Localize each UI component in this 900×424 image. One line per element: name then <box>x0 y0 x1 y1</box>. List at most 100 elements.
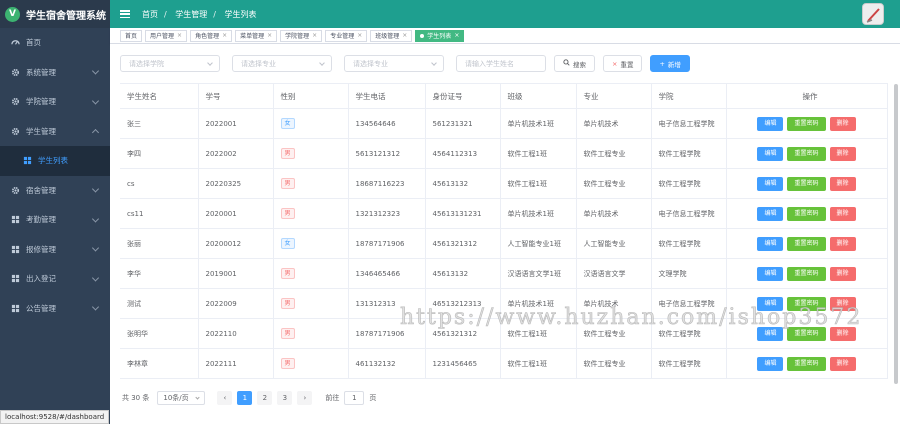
table-cell-name: 张三 <box>120 108 199 139</box>
table-cell-actions: 编辑 重置密码 删除 <box>726 348 888 379</box>
chevron-down-icon <box>91 67 100 75</box>
chevron-down-icon <box>91 215 100 223</box>
close-icon[interactable]: × <box>267 32 272 39</box>
page-button-3[interactable]: 3 <box>277 391 293 405</box>
student-name-input[interactable]: 请输入学生姓名 <box>456 55 546 72</box>
close-icon[interactable]: × <box>357 32 362 39</box>
class-select[interactable]: 请选择专业 <box>344 55 444 72</box>
table-cell-college: 软件工程学院 <box>651 138 727 169</box>
sidebar-item-dorm[interactable]: 宿舍管理 <box>0 176 110 206</box>
sidebar-item-label: 学生列表 <box>38 156 68 166</box>
breadcrumb-item[interactable]: 首页 <box>142 10 158 19</box>
logo[interactable]: V 学生宿舍管理系统 <box>0 0 110 28</box>
sidebar-item-college[interactable]: 学院管理 <box>0 87 110 117</box>
tag-home[interactable]: 首页 <box>120 29 143 42</box>
tag-user[interactable]: 用户管理 × <box>145 29 188 42</box>
column-header[interactable]: 学生姓名 <box>120 83 199 109</box>
reset-button[interactable]: × 重置 <box>603 55 643 72</box>
table-cell-id: 1231456465 <box>425 348 501 379</box>
sidebar-item-student[interactable]: 学生管理 <box>0 117 110 147</box>
delete-button[interactable]: 删除 <box>829 176 856 191</box>
table-cell-name: 李林章 <box>120 348 199 379</box>
sidebar-item-label: 学生管理 <box>26 126 56 136</box>
reset-password-button[interactable]: 重置密码 <box>787 206 826 221</box>
sidebar-item-access-log[interactable]: 出入登记 <box>0 264 110 294</box>
prev-page-button[interactable]: ‹ <box>217 391 233 405</box>
tag-role[interactable]: 角色管理 × <box>190 29 233 42</box>
close-icon[interactable]: × <box>454 32 459 39</box>
page-button-1[interactable]: 1 <box>237 391 253 405</box>
delete-button[interactable]: 删除 <box>829 116 856 131</box>
table-cell-cls: 软件工程1班 <box>500 348 577 379</box>
add-button[interactable]: + 新增 <box>650 55 690 72</box>
table-scrollbar[interactable] <box>894 84 898 384</box>
logo-icon: V <box>5 6 20 22</box>
avatar[interactable] <box>862 3 884 25</box>
reset-password-button[interactable]: 重置密码 <box>787 176 826 191</box>
grid-icon <box>10 244 20 254</box>
column-header[interactable]: 性别 <box>273 83 349 109</box>
hamburger-icon[interactable] <box>120 10 130 18</box>
goto-page-input[interactable]: 1 <box>344 391 365 405</box>
close-icon[interactable]: × <box>402 32 407 39</box>
reset-password-button[interactable]: 重置密码 <box>787 146 826 161</box>
edit-button[interactable]: 编辑 <box>757 236 784 251</box>
table-cell-gender: 男 <box>273 198 349 229</box>
delete-button[interactable]: 删除 <box>829 236 856 251</box>
table-cell-no: 2022009 <box>198 288 274 319</box>
sidebar-item-notice[interactable]: 公告管理 <box>0 294 110 324</box>
table-cell-gender: 男 <box>273 318 349 349</box>
delete-button[interactable]: 删除 <box>829 206 856 221</box>
table-cell-cls: 汉语语言文学1班 <box>500 258 577 289</box>
sidebar-item-system[interactable]: 系统管理 <box>0 58 110 88</box>
close-icon[interactable]: × <box>222 32 227 39</box>
column-header[interactable]: 学生电话 <box>348 83 426 109</box>
edit-button[interactable]: 编辑 <box>757 356 784 371</box>
page-size-select[interactable]: 10条/页 <box>157 391 206 405</box>
column-header[interactable]: 班级 <box>500 83 577 109</box>
gender-tag: 男 <box>280 268 295 279</box>
tag-menu[interactable]: 菜单管理 × <box>235 29 278 42</box>
chevron-down-icon <box>91 185 100 193</box>
column-header[interactable]: 学院 <box>651 83 727 109</box>
reset-password-button[interactable]: 重置密码 <box>787 236 826 251</box>
page-button-2[interactable]: 2 <box>257 391 273 405</box>
edit-button[interactable]: 编辑 <box>757 176 784 191</box>
tag-major[interactable]: 专业管理 × <box>325 29 368 42</box>
table-row: 李四 2022002 男 5613121312 4564112313 软件工程1班 软件工程… <box>120 138 888 169</box>
search-button[interactable]: 搜索 <box>554 55 595 72</box>
close-icon[interactable]: × <box>177 32 182 39</box>
college-select[interactable]: 请选择学院 <box>120 55 220 72</box>
gear-icon <box>10 185 20 195</box>
sidebar-item-repair[interactable]: 报修管理 <box>0 235 110 265</box>
delete-button[interactable]: 删除 <box>829 266 856 281</box>
table-cell-name: cs <box>120 168 199 199</box>
table-cell-id: 4564112313 <box>425 138 501 169</box>
delete-button[interactable]: 删除 <box>829 356 856 371</box>
column-header[interactable]: 学号 <box>198 83 274 109</box>
close-icon: × <box>612 59 618 68</box>
delete-button[interactable]: 删除 <box>829 146 856 161</box>
tag-college[interactable]: 学院管理 × <box>280 29 323 42</box>
column-header[interactable]: 专业 <box>576 83 652 109</box>
reset-password-button[interactable]: 重置密码 <box>787 356 826 371</box>
table-cell-phone: 1321312323 <box>348 198 426 229</box>
major-select[interactable]: 请选择专业 <box>232 55 332 72</box>
edit-button[interactable]: 编辑 <box>757 146 784 161</box>
table-cell-id: 561231321 <box>425 108 501 139</box>
sidebar-item-attendance[interactable]: 考勤管理 <box>0 205 110 235</box>
reset-password-button[interactable]: 重置密码 <box>787 116 826 131</box>
column-header[interactable]: 身份证号 <box>425 83 501 109</box>
tag-student-list[interactable]: 学生列表 × <box>415 29 465 42</box>
reset-password-button[interactable]: 重置密码 <box>787 266 826 281</box>
table-cell-actions: 编辑 重置密码 删除 <box>726 228 888 259</box>
grid-icon <box>10 274 20 284</box>
close-icon[interactable]: × <box>312 32 317 39</box>
next-page-button[interactable]: › <box>297 391 313 405</box>
edit-button[interactable]: 编辑 <box>757 266 784 281</box>
edit-button[interactable]: 编辑 <box>757 116 784 131</box>
tag-class[interactable]: 班级管理 × <box>370 29 413 42</box>
edit-button[interactable]: 编辑 <box>757 206 784 221</box>
sidebar-item-home[interactable]: 首页 <box>0 28 110 58</box>
sidebar-item-student-list[interactable]: 学生列表 <box>0 146 110 176</box>
